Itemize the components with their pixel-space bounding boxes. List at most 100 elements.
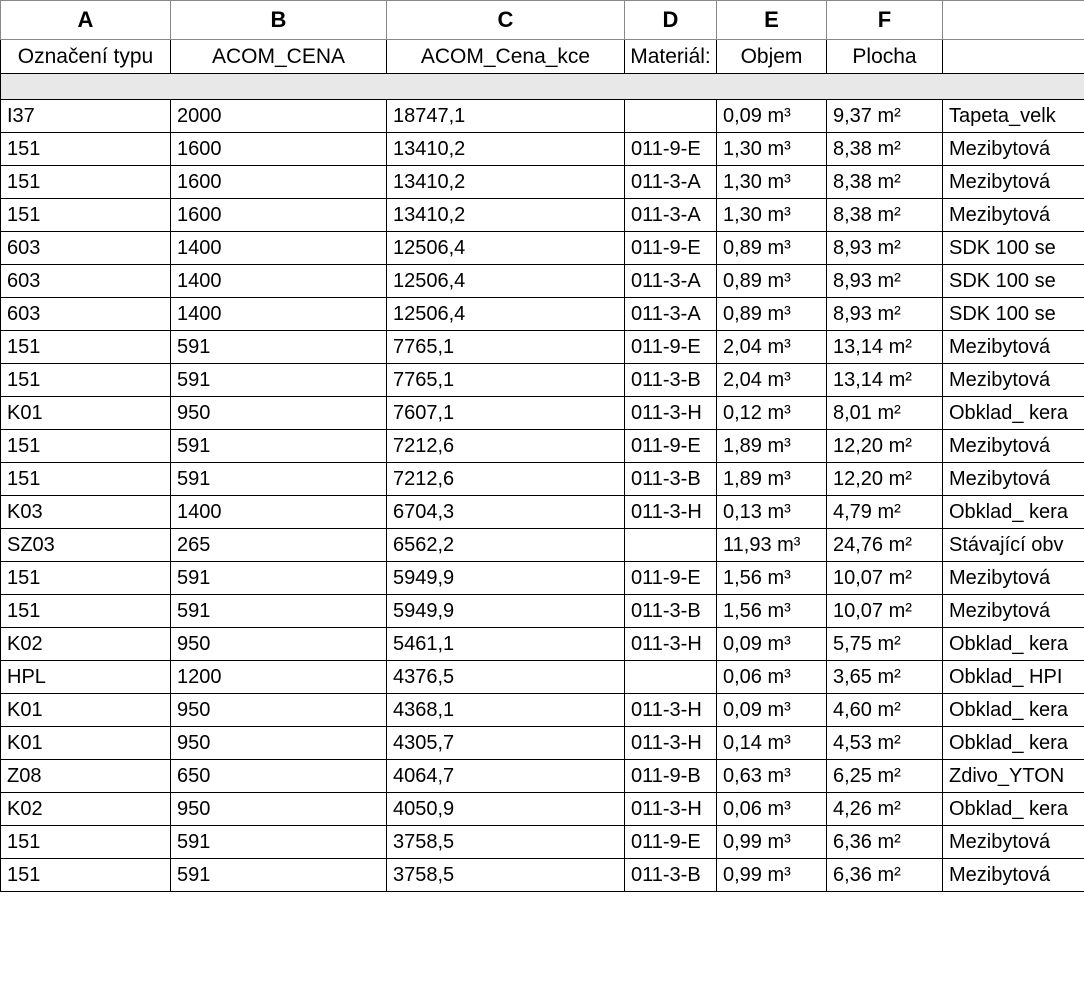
spreadsheet-table[interactable]: A B C D E F Označení typu ACOM_CENA ACOM… xyxy=(0,0,1084,892)
cell-b[interactable]: 950 xyxy=(171,694,387,727)
cell-a[interactable]: 151 xyxy=(1,331,171,364)
cell-e[interactable]: 0,09 m³ xyxy=(717,694,827,727)
cell-c[interactable]: 5949,9 xyxy=(387,595,625,628)
cell-f[interactable]: 12,20 m² xyxy=(827,430,943,463)
cell-e[interactable]: 0,99 m³ xyxy=(717,826,827,859)
cell-f[interactable]: 12,20 m² xyxy=(827,463,943,496)
cell-c[interactable]: 6562,2 xyxy=(387,529,625,562)
cell-g[interactable]: Mezibytová xyxy=(943,430,1084,463)
table-row[interactable]: 1515913758,5011-3-B0,99 m³6,36 m²Mezibyt… xyxy=(1,859,1084,892)
cell-f[interactable]: 8,93 m² xyxy=(827,232,943,265)
cell-f[interactable]: 13,14 m² xyxy=(827,331,943,364)
col-letter-D[interactable]: D xyxy=(625,1,717,40)
cell-c[interactable]: 5949,9 xyxy=(387,562,625,595)
cell-e[interactable]: 0,06 m³ xyxy=(717,793,827,826)
cell-c[interactable]: 7607,1 xyxy=(387,397,625,430)
cell-d[interactable] xyxy=(625,100,717,133)
table-row[interactable]: K019504305,7011-3-H0,14 m³4,53 m²Obklad_… xyxy=(1,727,1084,760)
cell-d[interactable] xyxy=(625,529,717,562)
header-plocha[interactable]: Plocha xyxy=(827,40,943,74)
cell-b[interactable]: 591 xyxy=(171,595,387,628)
cell-f[interactable]: 4,53 m² xyxy=(827,727,943,760)
cell-f[interactable]: 24,76 m² xyxy=(827,529,943,562)
cell-c[interactable]: 4376,5 xyxy=(387,661,625,694)
cell-d[interactable]: 011-9-E xyxy=(625,232,717,265)
cell-e[interactable]: 0,89 m³ xyxy=(717,298,827,331)
cell-a[interactable]: 151 xyxy=(1,463,171,496)
cell-c[interactable]: 13410,2 xyxy=(387,133,625,166)
cell-d[interactable]: 011-3-A xyxy=(625,166,717,199)
cell-f[interactable]: 8,38 m² xyxy=(827,133,943,166)
cell-d[interactable]: 011-9-E xyxy=(625,826,717,859)
cell-b[interactable]: 950 xyxy=(171,793,387,826)
cell-a[interactable]: 603 xyxy=(1,265,171,298)
table-row[interactable]: I37200018747,10,09 m³9,37 m²Tapeta_velk xyxy=(1,100,1084,133)
cell-a[interactable]: 151 xyxy=(1,364,171,397)
cell-c[interactable]: 7765,1 xyxy=(387,331,625,364)
cell-a[interactable]: K03 xyxy=(1,496,171,529)
cell-g[interactable]: Obklad_ kera xyxy=(943,793,1084,826)
cell-b[interactable]: 591 xyxy=(171,826,387,859)
cell-e[interactable]: 1,30 m³ xyxy=(717,199,827,232)
cell-d[interactable] xyxy=(625,661,717,694)
cell-c[interactable]: 4368,1 xyxy=(387,694,625,727)
table-row[interactable]: K019504368,1011-3-H0,09 m³4,60 m²Obklad_… xyxy=(1,694,1084,727)
cell-c[interactable]: 7212,6 xyxy=(387,430,625,463)
cell-g[interactable]: Mezibytová xyxy=(943,562,1084,595)
header-material[interactable]: Materiál: xyxy=(625,40,717,74)
cell-c[interactable]: 12506,4 xyxy=(387,265,625,298)
header-acom-cena[interactable]: ACOM_CENA xyxy=(171,40,387,74)
cell-c[interactable]: 6704,3 xyxy=(387,496,625,529)
cell-b[interactable]: 2000 xyxy=(171,100,387,133)
cell-d[interactable]: 011-9-B xyxy=(625,760,717,793)
cell-f[interactable]: 3,65 m² xyxy=(827,661,943,694)
table-row[interactable]: 1515917212,6011-9-E1,89 m³12,20 m²Meziby… xyxy=(1,430,1084,463)
cell-d[interactable]: 011-3-H xyxy=(625,694,717,727)
table-row[interactable]: 1515913758,5011-9-E0,99 m³6,36 m²Mezibyt… xyxy=(1,826,1084,859)
cell-f[interactable]: 6,36 m² xyxy=(827,859,943,892)
cell-b[interactable]: 591 xyxy=(171,562,387,595)
cell-d[interactable]: 011-9-E xyxy=(625,430,717,463)
cell-b[interactable]: 950 xyxy=(171,628,387,661)
cell-g[interactable]: SDK 100 se xyxy=(943,298,1084,331)
cell-d[interactable]: 011-9-E xyxy=(625,562,717,595)
col-letter-A[interactable]: A xyxy=(1,1,171,40)
cell-a[interactable]: 151 xyxy=(1,859,171,892)
cell-e[interactable]: 0,89 m³ xyxy=(717,265,827,298)
cell-f[interactable]: 8,93 m² xyxy=(827,298,943,331)
cell-e[interactable]: 11,93 m³ xyxy=(717,529,827,562)
cell-b[interactable]: 265 xyxy=(171,529,387,562)
cell-a[interactable]: HPL xyxy=(1,661,171,694)
cell-b[interactable]: 950 xyxy=(171,397,387,430)
cell-e[interactable]: 1,56 m³ xyxy=(717,562,827,595)
cell-a[interactable]: 603 xyxy=(1,232,171,265)
cell-g[interactable]: Mezibytová xyxy=(943,199,1084,232)
cell-g[interactable]: Tapeta_velk xyxy=(943,100,1084,133)
cell-g[interactable]: SDK 100 se xyxy=(943,265,1084,298)
table-row[interactable]: 151160013410,2011-9-E1,30 m³8,38 m²Mezib… xyxy=(1,133,1084,166)
cell-g[interactable]: Mezibytová xyxy=(943,826,1084,859)
cell-d[interactable]: 011-3-A xyxy=(625,199,717,232)
cell-f[interactable]: 5,75 m² xyxy=(827,628,943,661)
cell-g[interactable]: Obklad_ kera xyxy=(943,496,1084,529)
cell-a[interactable]: 151 xyxy=(1,595,171,628)
col-letter-C[interactable]: C xyxy=(387,1,625,40)
header-objem[interactable]: Objem xyxy=(717,40,827,74)
cell-d[interactable]: 011-3-B xyxy=(625,463,717,496)
cell-d[interactable]: 011-3-B xyxy=(625,595,717,628)
cell-f[interactable]: 6,25 m² xyxy=(827,760,943,793)
cell-c[interactable]: 4050,9 xyxy=(387,793,625,826)
cell-f[interactable]: 8,01 m² xyxy=(827,397,943,430)
cell-e[interactable]: 1,30 m³ xyxy=(717,133,827,166)
cell-f[interactable]: 8,38 m² xyxy=(827,166,943,199)
cell-e[interactable]: 0,13 m³ xyxy=(717,496,827,529)
cell-g[interactable]: Mezibytová xyxy=(943,133,1084,166)
col-letter-B[interactable]: B xyxy=(171,1,387,40)
cell-g[interactable]: Obklad_ kera xyxy=(943,397,1084,430)
cell-a[interactable]: 151 xyxy=(1,826,171,859)
cell-b[interactable]: 1600 xyxy=(171,166,387,199)
cell-f[interactable]: 13,14 m² xyxy=(827,364,943,397)
cell-d[interactable]: 011-3-B xyxy=(625,364,717,397)
cell-c[interactable]: 4305,7 xyxy=(387,727,625,760)
cell-a[interactable]: K01 xyxy=(1,397,171,430)
